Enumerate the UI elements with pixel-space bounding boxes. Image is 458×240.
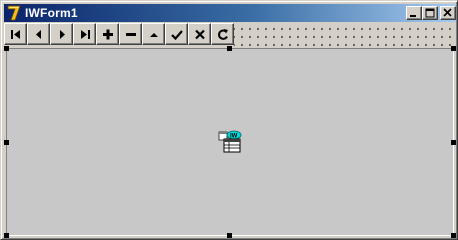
selection-handle-bottom-center[interactable] <box>227 233 232 238</box>
next-record-button[interactable] <box>50 23 73 45</box>
delphi-7-icon[interactable] <box>6 5 22 21</box>
selection-handle-top-right[interactable] <box>451 46 456 51</box>
first-record-button[interactable] <box>4 23 27 45</box>
prior-record-button[interactable] <box>27 23 50 45</box>
refresh-data-button[interactable] <box>211 23 234 45</box>
selection-handle-top-center[interactable] <box>227 46 232 51</box>
iwform1-window: IWForm1 IW <box>0 0 458 240</box>
edit-record-button[interactable] <box>142 23 165 45</box>
selection-handle-middle-right[interactable] <box>451 140 456 145</box>
close-button[interactable] <box>440 6 456 20</box>
selection-handle-middle-left[interactable] <box>4 140 9 145</box>
minimize-button[interactable] <box>406 6 422 20</box>
selection-handle-top-left[interactable] <box>4 46 9 51</box>
last-record-button[interactable] <box>73 23 96 45</box>
selection-handle-bottom-right[interactable] <box>451 233 456 238</box>
selection-handle-bottom-left[interactable] <box>4 233 9 238</box>
cancel-record-button[interactable] <box>188 23 211 45</box>
window-title: IWForm1 <box>25 6 78 20</box>
delete-record-button[interactable] <box>119 23 142 45</box>
insert-record-button[interactable] <box>96 23 119 45</box>
post-record-button[interactable] <box>165 23 188 45</box>
db-navigator <box>4 23 234 46</box>
title-bar[interactable]: IWForm1 <box>4 4 456 22</box>
maximize-button[interactable] <box>422 6 438 20</box>
iw-component-icon[interactable]: IW <box>218 130 242 154</box>
design-grid-strip <box>4 23 456 47</box>
